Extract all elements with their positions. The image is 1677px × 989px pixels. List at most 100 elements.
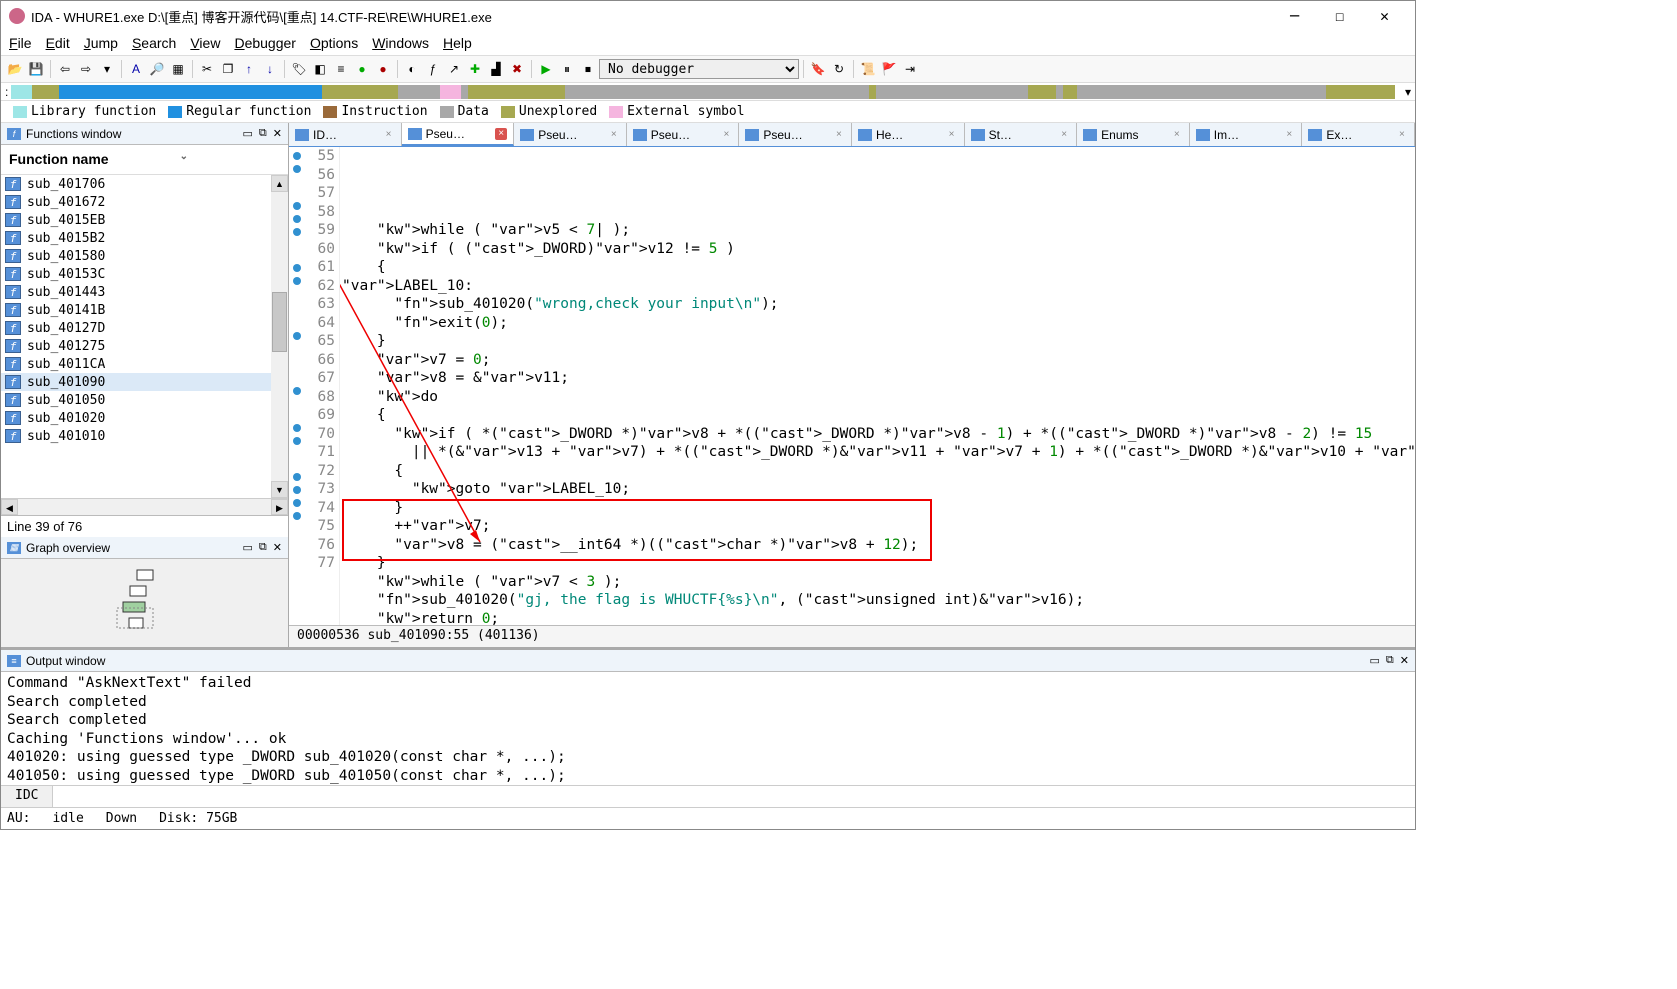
code-line[interactable]: "fn">sub_401020("gj, the flag is WHUCTF{… xyxy=(340,591,1415,610)
tab-close-icon[interactable]: × xyxy=(1058,129,1070,141)
minimize-button[interactable]: ─ xyxy=(1272,2,1317,30)
circle-red-icon[interactable]: ● xyxy=(373,59,393,79)
nav-map[interactable]: : ▾ xyxy=(1,83,1415,101)
breakpoint-dot[interactable] xyxy=(293,228,301,236)
pane-pop-button[interactable]: ⧉ xyxy=(259,127,267,140)
debugger-select[interactable]: No debugger xyxy=(599,59,799,79)
tab-close-icon[interactable]: × xyxy=(946,129,958,141)
breakpoint-dot[interactable] xyxy=(293,437,301,445)
tab[interactable]: Ex…× xyxy=(1302,123,1415,146)
pause-icon[interactable]: ⏸ xyxy=(557,59,577,79)
breakpoint-dot[interactable] xyxy=(293,152,301,160)
function-row[interactable]: fsub_401010 xyxy=(1,427,288,445)
breakpoint-dot[interactable] xyxy=(293,215,301,223)
function-row[interactable]: fsub_4015B2 xyxy=(1,229,288,247)
block-icon[interactable]: ◧ xyxy=(310,59,330,79)
graph-overview-canvas[interactable] xyxy=(1,559,288,647)
breakpoint-dot[interactable] xyxy=(293,202,301,210)
code-line[interactable]: "kw">goto "var">LABEL_10; xyxy=(340,480,1415,499)
code-line[interactable]: || *(&"var">v13 + "var">v7) + *(("cast">… xyxy=(340,443,1415,462)
code-line[interactable]: } xyxy=(340,554,1415,573)
del-icon[interactable]: ✖ xyxy=(507,59,527,79)
scroll-down-icon[interactable]: ▼ xyxy=(271,481,288,498)
breakpoint-dot[interactable] xyxy=(293,486,301,494)
pane-pop-button[interactable]: ⧉ xyxy=(259,541,267,554)
code-line[interactable]: "var">LABEL_10: xyxy=(340,277,1415,296)
code-line[interactable]: "var">v8 = &"var">v11; xyxy=(340,369,1415,388)
code-line[interactable]: } xyxy=(340,332,1415,351)
menu-file[interactable]: File xyxy=(9,35,32,51)
menu-search[interactable]: Search xyxy=(132,35,176,51)
search-bin-icon[interactable]: 🔎 xyxy=(147,59,167,79)
breakpoint-dot[interactable] xyxy=(293,165,301,173)
tab[interactable]: Pseu…× xyxy=(627,123,740,146)
stop-icon[interactable]: ⏹ xyxy=(578,59,598,79)
menu-windows[interactable]: Windows xyxy=(372,35,429,51)
tab-close-icon[interactable]: × xyxy=(720,129,732,141)
tab-close-icon[interactable]: × xyxy=(383,129,395,141)
refresh-icon[interactable]: ↻ xyxy=(829,59,849,79)
function-row[interactable]: fsub_401443 xyxy=(1,283,288,301)
code-line[interactable]: "kw">do xyxy=(340,388,1415,407)
functions-hscroll[interactable]: ◀▶ xyxy=(1,498,288,515)
down-icon[interactable]: ↓ xyxy=(260,59,280,79)
open-icon[interactable]: 📂 xyxy=(5,59,25,79)
xref-icon[interactable]: ≡ xyxy=(331,59,351,79)
close-button[interactable]: ✕ xyxy=(1362,2,1407,30)
code-line[interactable]: "kw">if ( *("cast">_DWORD *)"var">v8 + *… xyxy=(340,425,1415,444)
code-line[interactable]: "fn">exit(0); xyxy=(340,314,1415,333)
pane-min-button[interactable]: ▭ xyxy=(243,541,253,554)
scroll-up-icon[interactable]: ▲ xyxy=(271,175,288,192)
breakpoint-dot[interactable] xyxy=(293,473,301,481)
tab[interactable]: Im…× xyxy=(1190,123,1303,146)
code-line[interactable]: "kw">while ( "var">v5 < 7| ); xyxy=(340,221,1415,240)
pane-min-button[interactable]: ▭ xyxy=(243,127,253,140)
ref-icon[interactable]: ↗ xyxy=(444,59,464,79)
pane-close-button[interactable]: ✕ xyxy=(273,541,282,554)
code-line[interactable]: ++"var">v7; xyxy=(340,517,1415,536)
pane-close-button[interactable]: ✕ xyxy=(1400,654,1409,667)
maximize-button[interactable]: ☐ xyxy=(1317,2,1362,30)
chart-icon[interactable]: ▟ xyxy=(486,59,506,79)
tab[interactable]: He…× xyxy=(852,123,965,146)
cut-icon[interactable]: ✂ xyxy=(197,59,217,79)
tab-close-icon[interactable]: × xyxy=(833,129,845,141)
back-icon[interactable]: ⇦ xyxy=(55,59,75,79)
menu-jump[interactable]: Jump xyxy=(84,35,118,51)
menu-edit[interactable]: Edit xyxy=(46,35,70,51)
menu-options[interactable]: Options xyxy=(310,35,358,51)
code-line[interactable]: { xyxy=(340,406,1415,425)
tab[interactable]: Pseu…× xyxy=(514,123,627,146)
function-row[interactable]: fsub_40141B xyxy=(1,301,288,319)
stepout-icon[interactable]: ⇥ xyxy=(900,59,920,79)
function-row[interactable]: fsub_4011CA xyxy=(1,355,288,373)
tab[interactable]: St…× xyxy=(965,123,1078,146)
func-icon[interactable]: ƒ xyxy=(423,59,443,79)
search-text-icon[interactable]: A xyxy=(126,59,146,79)
code-line[interactable]: "kw">while ( "var">v7 < 3 ); xyxy=(340,573,1415,592)
function-row[interactable]: fsub_401275 xyxy=(1,337,288,355)
script-icon[interactable]: 📜 xyxy=(858,59,878,79)
breakpoint-dot[interactable] xyxy=(293,512,301,520)
code-view[interactable]: 5556575859606162636465666768697071727374… xyxy=(289,147,1415,625)
tab-close-icon[interactable]: × xyxy=(495,128,507,140)
tab-close-icon[interactable]: × xyxy=(608,129,620,141)
bp-list-icon[interactable]: 🔖 xyxy=(808,59,828,79)
function-row[interactable]: fsub_40153C xyxy=(1,265,288,283)
code-line[interactable]: "var">v7 = 0; xyxy=(340,351,1415,370)
output-text[interactable]: Command "AskNextText" failed Search comp… xyxy=(1,672,1415,785)
tab-close-icon[interactable]: × xyxy=(1171,129,1183,141)
function-row[interactable]: fsub_401050 xyxy=(1,391,288,409)
pane-min-button[interactable]: ▭ xyxy=(1370,654,1380,667)
circle-green-icon[interactable]: ● xyxy=(352,59,372,79)
bp-icon[interactable]: ◐ xyxy=(402,59,422,79)
tab[interactable]: Pseu…× xyxy=(402,123,515,146)
mark-icon[interactable]: 🚩 xyxy=(879,59,899,79)
code-line[interactable]: "kw">if ( ("cast">_DWORD)"var">v12 != 5 … xyxy=(340,240,1415,259)
tag-icon[interactable]: 🏷 xyxy=(289,59,309,79)
play-icon[interactable]: ▶ xyxy=(536,59,556,79)
tab-close-icon[interactable]: × xyxy=(1396,129,1408,141)
function-row[interactable]: fsub_401672 xyxy=(1,193,288,211)
function-row[interactable]: fsub_401090 xyxy=(1,373,288,391)
tab[interactable]: Pseu…× xyxy=(739,123,852,146)
